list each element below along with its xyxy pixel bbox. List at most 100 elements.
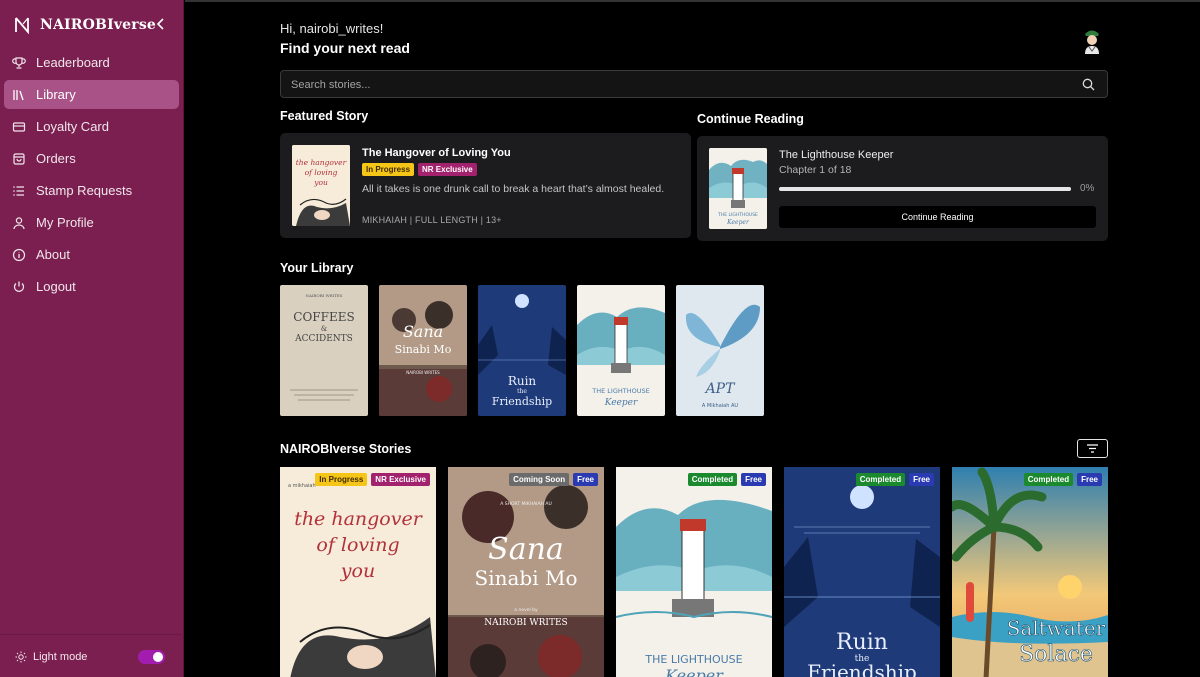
sidebar-item-label: My Profile: [36, 215, 94, 230]
sidebar-item-label: Orders: [36, 151, 76, 166]
cover-text: Saltwater: [1007, 616, 1106, 640]
continue-chapter: Chapter 1 of 18: [779, 164, 852, 176]
exclusive-badge: NR Exclusive: [371, 473, 430, 486]
continue-reading-card: THE LIGHTHOUSE Keeper The Lighthouse Kee…: [697, 136, 1108, 241]
continue-cover[interactable]: THE LIGHTHOUSE Keeper: [709, 148, 767, 229]
library-book[interactable]: THE LIGHTHOUSE Keeper: [577, 285, 665, 416]
story-badges: Completed Free: [855, 473, 934, 486]
sidebar: NAIROBIverse Leaderboard Library Loyalty…: [0, 0, 184, 677]
story-card[interactable]: A SHORT MIKHAIAH AU Sana Sinabi Mo a nov…: [448, 467, 604, 677]
price-badge: Free: [909, 473, 934, 486]
sidebar-item-leaderboard[interactable]: Leaderboard: [4, 48, 179, 77]
search-icon[interactable]: [1082, 78, 1095, 91]
cover-text: THE LIGHTHOUSE: [591, 387, 649, 395]
avatar[interactable]: [1080, 27, 1104, 55]
search-input[interactable]: [291, 76, 1061, 94]
sidebar-item-label: Loyalty Card: [36, 119, 109, 134]
sidebar-item-label: Leaderboard: [36, 55, 110, 70]
cover-text: Sana: [488, 532, 564, 567]
story-card[interactable]: Ruin the Friendship Completed Free: [784, 467, 940, 677]
sidebar-item-stamp-requests[interactable]: Stamp Requests: [4, 176, 179, 205]
exclusive-badge: NR Exclusive: [418, 163, 477, 176]
sidebar-item-label: Logout: [36, 279, 76, 294]
featured-description: All it takes is one drunk call to break …: [362, 183, 665, 195]
status-badge: Coming Soon: [509, 473, 570, 486]
cover-text: of loving: [316, 534, 399, 556]
sidebar-footer: Light mode: [0, 634, 184, 677]
cover-text: Solace: [1019, 642, 1093, 667]
story-card[interactable]: THE LIGHTHOUSE Keeper Completed Free: [616, 467, 772, 677]
cover-text: Keeper: [726, 219, 750, 226]
sidebar-nav: Leaderboard Library Loyalty Card Orders …: [4, 48, 179, 304]
cover-text: the hangover: [294, 508, 424, 530]
featured-section-title: Featured Story: [280, 109, 369, 123]
cover-text: Ruin: [508, 374, 537, 388]
power-icon: [13, 281, 25, 292]
cover-text: the hangover: [296, 158, 347, 167]
cover-text: Friendship: [807, 660, 917, 677]
user-icon: [13, 216, 25, 229]
cover-text: Sinabi Mo: [475, 566, 578, 590]
progress-fill: [779, 187, 1071, 191]
sidebar-item-logout[interactable]: Logout: [4, 272, 179, 301]
cover-text: NAIROBI WRITES: [484, 618, 567, 628]
continue-reading-button[interactable]: Continue Reading: [779, 206, 1096, 228]
cover-text: ACCIDENTS: [294, 334, 353, 344]
brand[interactable]: NAIROBIverse: [14, 14, 156, 36]
library-book[interactable]: Ruin the Friendship: [478, 285, 566, 416]
cover-text: you: [340, 560, 375, 582]
sun-icon: [15, 651, 27, 663]
cover-text: Keeper: [604, 398, 638, 408]
stories-section-title: NAIROBIverse Stories: [280, 442, 412, 456]
cover-text: COFFEES: [293, 310, 354, 324]
featured-badges: In Progress NR Exclusive: [362, 163, 477, 176]
continue-section-title: Continue Reading: [697, 112, 804, 126]
library-book[interactable]: NAIROBI WRITES COFFEES & ACCIDENTS: [280, 285, 368, 416]
chevron-left-icon[interactable]: [152, 15, 170, 33]
cover-text: the: [517, 388, 527, 395]
toggle-knob: [153, 652, 163, 662]
library-book[interactable]: APT A Mikhaiah AU: [676, 285, 764, 416]
sidebar-item-loyalty-card[interactable]: Loyalty Card: [4, 112, 179, 141]
filter-icon: [1087, 444, 1098, 453]
search-bar[interactable]: [280, 70, 1108, 98]
bag-icon: [13, 152, 25, 165]
featured-cover: the hangover of loving you: [292, 145, 350, 226]
sidebar-item-label: Stamp Requests: [36, 183, 133, 198]
info-icon: [12, 248, 26, 261]
story-badges: Completed Free: [1023, 473, 1102, 486]
cover-text: you: [313, 178, 328, 187]
story-card[interactable]: Saltwater Solace Completed Free: [952, 467, 1108, 677]
story-card[interactable]: a mikhaiah the hangover of loving you In…: [280, 467, 436, 677]
cover-text: Ruin: [836, 630, 888, 655]
cover-text: NAIROBI WRITES: [406, 370, 440, 375]
brand-name: NAIROBIverse: [40, 17, 157, 33]
sidebar-item-orders[interactable]: Orders: [4, 144, 179, 173]
cover-text: THE LIGHTHOUSE: [644, 653, 742, 666]
cover-text: a mikhaiah: [288, 483, 316, 489]
story-badges: Coming Soon Free: [509, 473, 598, 486]
cover-text: Sinabi Mo: [395, 343, 452, 356]
status-badge: Completed: [1023, 473, 1074, 486]
cover-text: A SHORT MIKHAIAH AU: [500, 501, 551, 507]
cover-text: a novel by: [514, 607, 538, 613]
filter-button[interactable]: [1077, 439, 1108, 458]
sidebar-item-library[interactable]: Library: [4, 80, 179, 109]
light-mode-toggle[interactable]: [138, 650, 165, 664]
card-icon: [12, 121, 26, 132]
featured-story-card[interactable]: the hangover of loving you The Hangover …: [280, 133, 691, 238]
price-badge: Free: [741, 473, 766, 486]
nairobi-logo-icon: [15, 17, 29, 34]
story-badges: Completed Free: [687, 473, 766, 486]
continue-title: The Lighthouse Keeper: [779, 149, 894, 161]
library-icon: [13, 89, 24, 100]
cover-text: of loving: [305, 168, 338, 177]
library-book[interactable]: Sana Sinabi Mo NAIROBI WRITES: [379, 285, 467, 416]
sidebar-item-my-profile[interactable]: My Profile: [4, 208, 179, 237]
main-content: Hi, nairobi_writes! Find your next read …: [185, 0, 1200, 677]
cover-text: Friendship: [492, 395, 552, 408]
sidebar-item-about[interactable]: About: [4, 240, 179, 269]
progress-percent: 0%: [1080, 183, 1095, 194]
light-mode-label: Light mode: [33, 651, 88, 663]
status-badge: In Progress: [315, 473, 368, 486]
